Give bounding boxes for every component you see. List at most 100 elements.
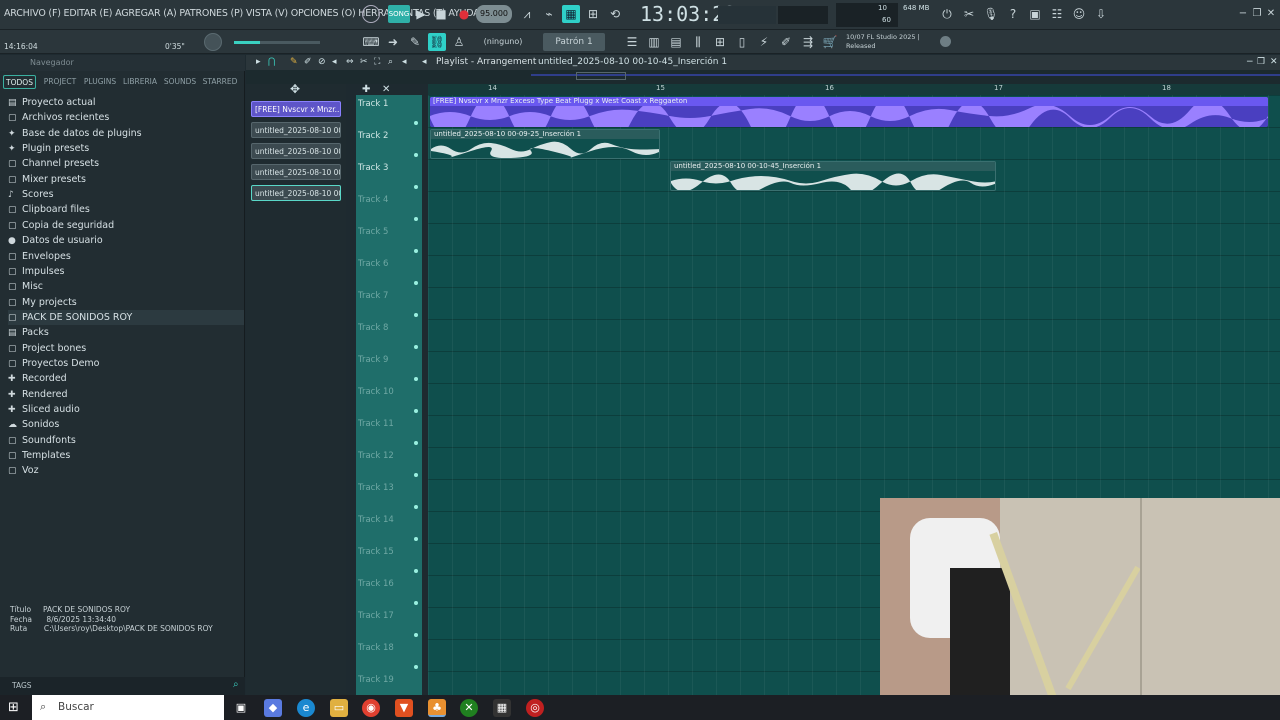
clip-source-item[interactable]: untitled_2025-08-10 00-... — [251, 143, 341, 159]
overview-strip[interactable] — [246, 70, 1280, 84]
pattern-icon[interactable]: ⩘ — [518, 5, 536, 23]
wait-icon[interactable]: ⌁ — [540, 5, 558, 23]
tab-plugins[interactable]: PLUGINS — [82, 75, 118, 89]
track-name[interactable]: Track 13 — [358, 483, 394, 493]
track-mute-led[interactable] — [414, 377, 418, 381]
plugin-icon[interactable]: ⊞ — [711, 33, 729, 51]
browser-item[interactable]: ✦ Base de datos de plugins — [8, 126, 142, 141]
browser-item[interactable]: ▤ Packs — [8, 325, 49, 340]
clip-source-item[interactable]: untitled_2025-08-10 00-... — [251, 122, 341, 138]
brave-icon[interactable]: ▼ — [395, 699, 413, 717]
brush-icon[interactable]: ✐ — [777, 33, 795, 51]
browser-item[interactable]: ▢ Voz — [8, 463, 39, 478]
track-mute-led[interactable] — [414, 409, 418, 413]
track-mute-led[interactable] — [414, 569, 418, 573]
file-explorer-icon[interactable]: ▭ — [330, 699, 348, 717]
timeline-ruler[interactable]: 14 15 16 17 18 — [428, 84, 1280, 95]
track-mute-led[interactable] — [414, 121, 418, 125]
browser-item[interactable]: ▢ Proyectos Demo — [8, 356, 100, 371]
taskbar-search[interactable]: Buscar — [32, 695, 224, 720]
track-name[interactable]: Track 18 — [358, 643, 394, 653]
track-mute-led[interactable] — [414, 505, 418, 509]
track-mute-led[interactable] — [414, 441, 418, 445]
zoom-tool-icon[interactable]: ⌕ — [388, 55, 393, 70]
tab-sounds[interactable]: SOUNDS — [162, 75, 198, 89]
browser-item[interactable]: ✦ Plugin presets — [8, 141, 89, 156]
browser-item[interactable]: ▢ Impulses — [8, 264, 65, 279]
browser-item[interactable]: ✚ Rendered — [8, 387, 68, 402]
windows-start-icon[interactable]: ⊞ — [8, 700, 19, 715]
close-icon[interactable]: ✕ — [1262, 5, 1280, 23]
remove-track-icon[interactable]: ✕ — [382, 84, 390, 95]
browser-item[interactable]: ▢ Soundfonts — [8, 433, 76, 448]
track-name[interactable]: Track 6 — [358, 259, 388, 269]
track-name[interactable]: Track 14 — [358, 515, 394, 525]
arrow-icon[interactable]: ➜ — [384, 33, 402, 51]
track-mute-led[interactable] — [414, 313, 418, 317]
track-mute-led[interactable] — [414, 665, 418, 669]
browser-item[interactable]: ▢ Copia de seguridad — [8, 218, 114, 233]
delete-tool-icon[interactable]: ⊘ — [318, 55, 326, 70]
metronome-icon[interactable] — [362, 5, 380, 23]
browser-icon[interactable]: ▯ — [733, 33, 751, 51]
record-icon[interactable]: ● — [455, 5, 473, 23]
track-name[interactable]: Track 19 — [358, 675, 394, 685]
news-icon[interactable] — [940, 36, 951, 47]
track-name[interactable]: Track 15 — [358, 547, 394, 557]
browser-item[interactable]: ▢ Clipboard files — [8, 202, 90, 217]
chrome-icon[interactable]: ◉ — [362, 699, 380, 717]
track-name[interactable]: Track 9 — [358, 355, 388, 365]
track-name[interactable]: Track 10 — [358, 387, 394, 397]
stop-icon[interactable]: ■ — [432, 5, 450, 23]
tab-libreria[interactable]: LIBRERIA — [120, 75, 160, 89]
search-icon[interactable]: ⌕ — [233, 679, 239, 690]
track-name[interactable]: Track 11 — [358, 419, 394, 429]
track-name[interactable]: Track 17 — [358, 611, 394, 621]
browser-item[interactable]: ▢ Project bones — [8, 341, 86, 356]
tags-bar[interactable]: TAGS — [0, 677, 245, 695]
playlist-close-icon[interactable]: ✕ — [1270, 55, 1278, 70]
tab-project[interactable]: PROJECT — [40, 75, 80, 89]
draw-tool-icon[interactable]: ✎ — [290, 55, 298, 70]
play-icon[interactable]: ▸ — [256, 55, 261, 70]
save-icon[interactable]: ▣ — [1026, 5, 1044, 23]
mixer-view-icon[interactable]: ⫼ — [689, 33, 707, 51]
mixer-icon[interactable]: ☷ — [1048, 5, 1066, 23]
track-name[interactable]: Track 8 — [358, 323, 388, 333]
link-icon[interactable]: ⛓ — [428, 33, 446, 51]
snap-selector[interactable]: (ninguno) — [481, 33, 525, 51]
tab-starred[interactable]: STARRED — [200, 75, 240, 89]
add-track-icon[interactable]: ✚ — [362, 84, 370, 95]
obs-icon[interactable]: ◎ — [526, 699, 544, 717]
slip-tool-icon[interactable]: ⇔ — [346, 55, 354, 70]
browser-item[interactable]: ♪ Scores — [8, 187, 54, 202]
play-icon[interactable]: ▶ — [412, 5, 430, 23]
tab-todos[interactable]: TODOS — [3, 75, 36, 89]
playback-tool-icon[interactable]: ◂ — [402, 55, 407, 70]
browser-item[interactable]: ▢ Channel presets — [8, 156, 99, 171]
pencil-icon[interactable]: ✎ — [406, 33, 424, 51]
help-icon[interactable]: ? — [1004, 5, 1022, 23]
mute-tool-icon[interactable]: ◂ — [332, 55, 337, 70]
copilot-icon[interactable]: ◆ — [264, 699, 282, 717]
clip-source-item[interactable]: untitled_2025-08-10 00-... — [251, 185, 341, 201]
track-mute-led[interactable] — [414, 249, 418, 253]
clip-source-item[interactable]: [FREE] Nvscvr x Mnzr... — [251, 101, 341, 117]
track-name[interactable]: Track 4 — [358, 195, 388, 205]
piano-roll-icon[interactable]: ▥ — [645, 33, 663, 51]
xbox-icon[interactable]: ✕ — [460, 699, 478, 717]
browser-item[interactable]: ✚ Recorded — [8, 371, 67, 386]
track-mute-led[interactable] — [414, 345, 418, 349]
browser-item[interactable]: ▢ PACK DE SONIDOS ROY — [8, 309, 244, 325]
track-mute-led[interactable] — [414, 217, 418, 221]
track-name[interactable]: Track 1 — [358, 99, 388, 109]
chat-icon[interactable]: ☺ — [1070, 5, 1088, 23]
task-view-icon[interactable]: ▣ — [232, 699, 250, 717]
browser-item[interactable]: ✚ Sliced audio — [8, 402, 80, 417]
track-name[interactable]: Track 7 — [358, 291, 388, 301]
edge-icon[interactable]: e — [297, 699, 315, 717]
fl-studio-icon[interactable]: ♣ — [428, 699, 446, 717]
track-name[interactable]: Track 12 — [358, 451, 394, 461]
track-mute-led[interactable] — [414, 537, 418, 541]
track-mute-led[interactable] — [414, 473, 418, 477]
